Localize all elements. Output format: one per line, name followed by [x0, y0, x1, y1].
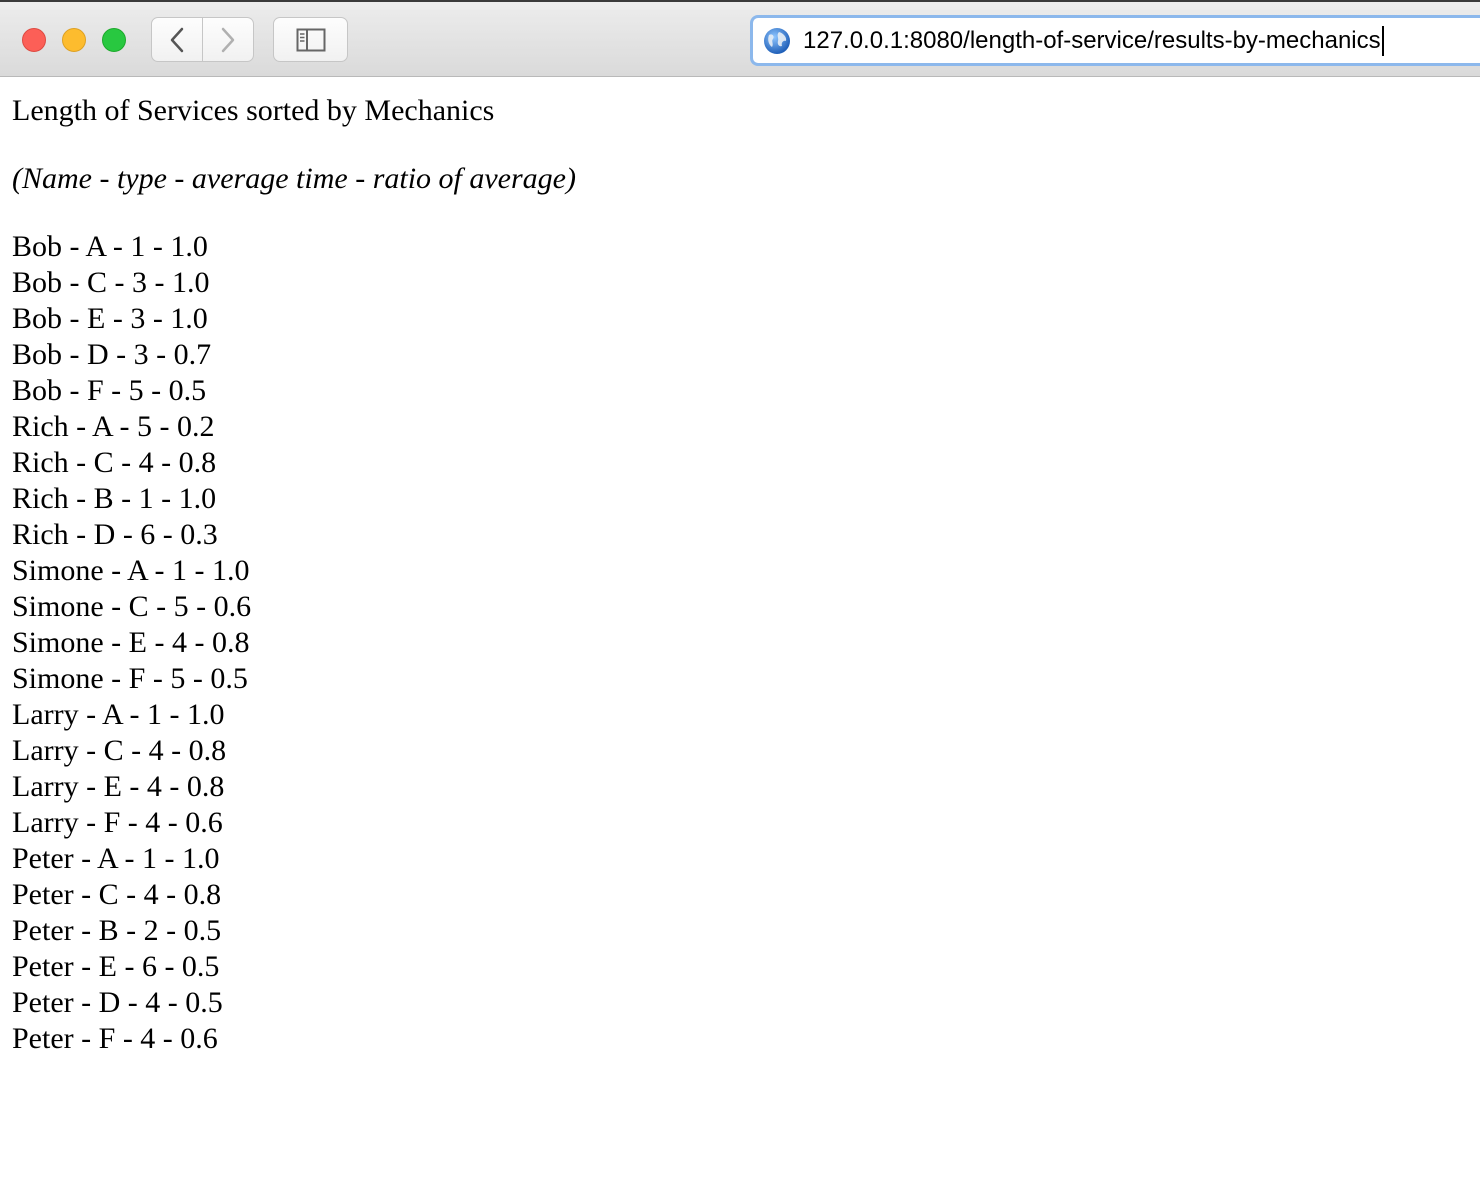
forward-button[interactable]: [203, 17, 254, 62]
list-item: Bob - C - 3 - 1.0: [12, 266, 210, 299]
list-item: Peter - C - 4 - 0.8: [12, 878, 222, 911]
url-text: 127.0.0.1:8080/length-of-service/results…: [803, 26, 1381, 54]
browser-toolbar: 127.0.0.1:8080/length-of-service/results…: [0, 0, 1480, 77]
minimize-window-button[interactable]: [62, 28, 86, 52]
list-item: Peter - B - 2 - 0.5: [12, 914, 222, 947]
list-item: Larry - F - 4 - 0.6: [12, 806, 223, 839]
list-item: Peter - E - 6 - 0.5: [12, 950, 220, 983]
page-content: Length of Services sorted by Mechanics (…: [12, 93, 576, 1057]
list-item: Bob - D - 3 - 0.7: [12, 338, 212, 371]
page-subtitle: (Name - type - average time - ratio of a…: [12, 162, 576, 195]
list-item: Rich - C - 4 - 0.8: [12, 446, 217, 479]
list-item: Larry - A - 1 - 1.0: [12, 698, 225, 731]
list-item: Rich - D - 6 - 0.3: [12, 518, 218, 551]
close-window-button[interactable]: [22, 28, 46, 52]
navigation-buttons: [151, 17, 254, 62]
list-item: Bob - A - 1 - 1.0: [12, 230, 208, 263]
url-input[interactable]: 127.0.0.1:8080/length-of-service/results…: [803, 25, 1384, 56]
list-item: Peter - F - 4 - 0.6: [12, 1022, 218, 1055]
list-item: Peter - D - 4 - 0.5: [12, 986, 223, 1019]
list-item: Peter - A - 1 - 1.0: [12, 842, 220, 875]
list-item: Simone - E - 4 - 0.8: [12, 626, 250, 659]
sidebar-icon: [296, 28, 325, 51]
text-caret: [1381, 25, 1384, 56]
address-bar[interactable]: 127.0.0.1:8080/length-of-service/results…: [750, 15, 1480, 66]
list-item: Simone - F - 5 - 0.5: [12, 662, 248, 695]
page-title: Length of Services sorted by Mechanics: [12, 94, 495, 127]
zoom-window-button[interactable]: [102, 28, 126, 52]
list-item: Rich - B - 1 - 1.0: [12, 482, 217, 515]
list-item: Bob - E - 3 - 1.0: [12, 302, 208, 335]
chevron-right-icon: [221, 27, 235, 52]
chevron-left-icon: [170, 27, 184, 52]
list-item: Larry - C - 4 - 0.8: [12, 734, 227, 767]
list-item: Larry - E - 4 - 0.8: [12, 770, 225, 803]
results-list: Bob - A - 1 - 1.0 Bob - C - 3 - 1.0 Bob - …: [12, 229, 576, 1057]
sidebar-toggle-button[interactable]: [273, 17, 348, 62]
list-item: Simone - C - 5 - 0.6: [12, 590, 252, 623]
list-item: Simone - A - 1 - 1.0: [12, 554, 250, 587]
list-item: Bob - F - 5 - 0.5: [12, 374, 207, 407]
globe-icon: [763, 27, 791, 55]
back-button[interactable]: [151, 17, 203, 62]
list-item: Rich - A - 5 - 0.2: [12, 410, 215, 443]
